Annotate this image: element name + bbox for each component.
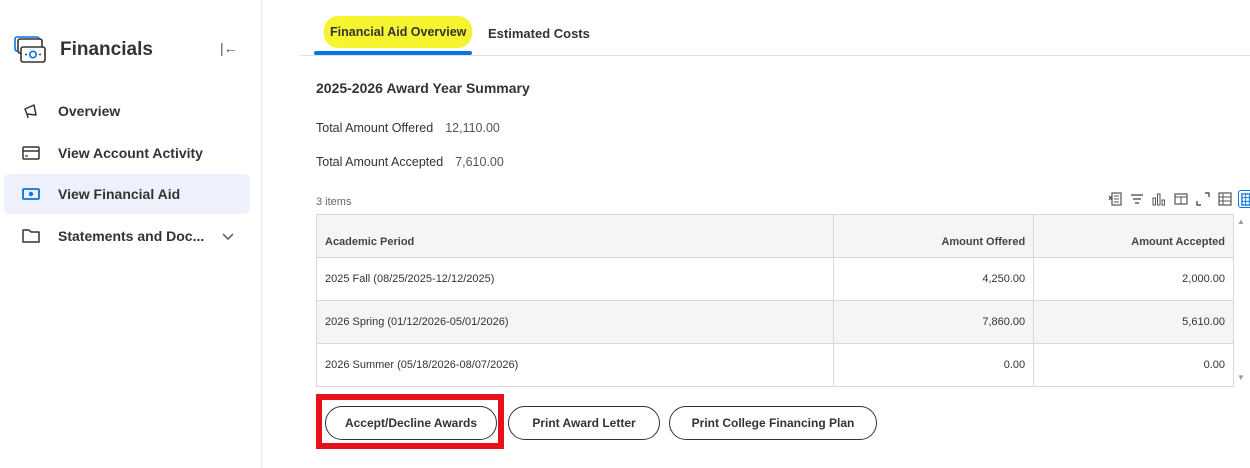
scroll-up-arrow-icon[interactable]: ▲	[1237, 217, 1245, 226]
sidebar-item-statements-and-documents[interactable]: Statements and Doc...	[4, 216, 250, 256]
sidebar-title: Financials	[60, 39, 153, 60]
cell-amount-accepted: 0.00	[1033, 343, 1234, 387]
collapse-sidebar-icon[interactable]: |←	[220, 40, 238, 56]
table-row: 2026 Spring (01/12/2026-05/01/2026) 7,86…	[315, 300, 1234, 344]
filter-icon[interactable]	[1128, 190, 1146, 208]
award-grid: Academic Period Amount Offered Amount Ac…	[315, 214, 1234, 387]
cell-amount-accepted: 5,610.00	[1033, 300, 1234, 344]
chevron-down-icon[interactable]	[222, 228, 234, 246]
tab-financial-aid-overview[interactable]: Financial Aid Overview	[324, 16, 473, 48]
megaphone-icon	[4, 102, 58, 120]
cell-amount-offered: 0.00	[833, 343, 1035, 387]
grid-toolbar	[1106, 189, 1250, 209]
financials-icon	[10, 31, 48, 69]
total-offered-value: 12,110.00	[445, 121, 500, 135]
export-excel-icon[interactable]	[1106, 190, 1124, 208]
accept-decline-awards-button[interactable]: Accept/Decline Awards	[325, 406, 497, 440]
cell-amount-accepted: 2,000.00	[1033, 257, 1234, 301]
items-count: 3 items	[316, 196, 352, 208]
scroll-down-arrow-icon[interactable]: ▼	[1237, 373, 1245, 382]
sidebar-item-label: Statements and Doc...	[58, 228, 205, 244]
sidebar: Financials |← Overview View Account Acti…	[0, 0, 262, 468]
total-offered-label: Total Amount Offered	[316, 121, 434, 135]
tab-estimated-costs[interactable]: Estimated Costs	[488, 26, 590, 41]
fullscreen-icon[interactable]	[1194, 190, 1212, 208]
column-header-academic-period[interactable]: Academic Period	[315, 214, 835, 258]
folder-icon	[4, 228, 58, 244]
column-header-amount-offered[interactable]: Amount Offered	[833, 214, 1035, 258]
print-award-letter-button[interactable]: Print Award Letter	[508, 406, 660, 440]
total-offered-row: Total Amount Offered 12,110.00	[316, 121, 500, 135]
columns-icon[interactable]	[1172, 190, 1190, 208]
print-college-financing-plan-button[interactable]: Print College Financing Plan	[669, 406, 877, 440]
cell-amount-offered: 7,860.00	[833, 300, 1035, 344]
grid-view-icon[interactable]	[1238, 190, 1250, 208]
active-tab-indicator	[314, 51, 472, 55]
sidebar-item-label: View Account Activity	[58, 145, 203, 161]
total-accepted-label: Total Amount Accepted	[316, 155, 444, 169]
table-row: 2026 Summer (05/18/2026-08/07/2026) 0.00…	[315, 343, 1234, 387]
table-row: 2025 Fall (08/25/2025-12/12/2025) 4,250.…	[315, 257, 1234, 301]
money-icon	[4, 187, 58, 201]
tab-bar: Financial Aid Overview Estimated Costs	[300, 0, 1250, 56]
sidebar-item-label: View Financial Aid	[58, 186, 181, 202]
sidebar-item-overview[interactable]: Overview	[4, 91, 250, 131]
chart-icon[interactable]	[1150, 190, 1168, 208]
cell-amount-offered: 4,250.00	[833, 257, 1035, 301]
sidebar-header: Financials |←	[10, 30, 250, 70]
cell-academic-period: 2025 Fall (08/25/2025-12/12/2025)	[315, 257, 835, 301]
sidebar-item-view-account-activity[interactable]: View Account Activity	[4, 133, 250, 173]
sidebar-item-view-financial-aid[interactable]: View Financial Aid	[4, 174, 250, 214]
card-icon	[4, 146, 58, 160]
table-view-icon[interactable]	[1216, 190, 1234, 208]
column-header-amount-accepted[interactable]: Amount Accepted	[1033, 214, 1234, 258]
cell-academic-period: 2026 Spring (01/12/2026-05/01/2026)	[315, 300, 835, 344]
table-header-row: Academic Period Amount Offered Amount Ac…	[315, 214, 1234, 258]
total-accepted-row: Total Amount Accepted 7,610.00	[316, 155, 504, 169]
cell-academic-period: 2026 Summer (05/18/2026-08/07/2026)	[315, 343, 835, 387]
total-accepted-value: 7,610.00	[455, 155, 504, 169]
sidebar-item-label: Overview	[58, 103, 121, 119]
summary-title: 2025-2026 Award Year Summary	[316, 80, 530, 96]
